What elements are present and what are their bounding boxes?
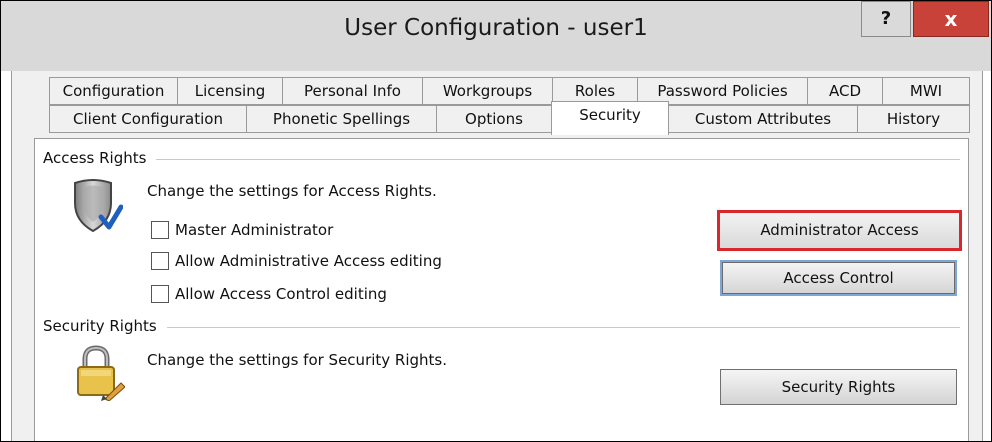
tab-configuration[interactable]: Configuration <box>49 77 178 105</box>
tab-acd[interactable]: ACD <box>807 77 883 105</box>
tab-workgroups[interactable]: Workgroups <box>422 77 553 105</box>
security-rights-divider <box>43 327 960 328</box>
tab-licensing[interactable]: Licensing <box>177 77 283 105</box>
shield-icon <box>71 177 124 235</box>
tab-history[interactable]: History <box>857 105 970 133</box>
security-rights-description: Change the settings for Security Rights. <box>147 351 448 369</box>
allow-admin-access-editing-checkbox[interactable] <box>151 252 169 270</box>
allow-admin-access-editing-label[interactable]: Allow Administrative Access editing <box>175 252 442 270</box>
access-rights-heading: Access Rights <box>43 149 157 167</box>
allow-access-control-editing-label[interactable]: Allow Access Control editing <box>175 285 387 303</box>
tab-options[interactable]: Options <box>436 105 552 133</box>
tab-client-configuration[interactable]: Client Configuration <box>49 105 247 133</box>
access-rights-divider <box>43 159 960 160</box>
security-rights-button[interactable]: Security Rights <box>720 369 957 405</box>
access-control-button[interactable]: Access Control <box>720 260 957 296</box>
security-rights-heading: Security Rights <box>43 317 167 335</box>
allow-access-control-editing-checkbox[interactable] <box>151 285 169 303</box>
security-tab-panel: Access Rights Change the settings for Ac… <box>34 138 969 441</box>
window-title: User Configuration - user1 <box>344 15 648 41</box>
master-administrator-checkbox[interactable] <box>151 221 169 239</box>
user-configuration-dialog: User Configuration - user1 ? x Configura… <box>0 0 992 442</box>
title-bar[interactable]: User Configuration - user1 ? x <box>1 1 991 71</box>
master-administrator-checkbox-row[interactable]: Master Administrator <box>151 219 333 241</box>
access-rights-description: Change the settings for Access Rights. <box>147 182 437 200</box>
close-button[interactable]: x <box>913 1 989 37</box>
tab-personal-info[interactable]: Personal Info <box>282 77 423 105</box>
lock-icon <box>73 345 126 402</box>
tab-custom-attributes[interactable]: Custom Attributes <box>668 105 858 133</box>
administrator-access-button[interactable]: Administrator Access <box>717 210 962 251</box>
tab-security[interactable]: Security <box>551 101 669 135</box>
help-button[interactable]: ? <box>861 1 911 37</box>
allow-access-control-editing-checkbox-row[interactable]: Allow Access Control editing <box>151 283 387 305</box>
tab-mwi[interactable]: MWI <box>882 77 970 105</box>
allow-admin-access-editing-checkbox-row[interactable]: Allow Administrative Access editing <box>151 250 442 272</box>
tab-phonetic-spellings[interactable]: Phonetic Spellings <box>246 105 437 133</box>
master-administrator-label[interactable]: Master Administrator <box>175 221 333 239</box>
